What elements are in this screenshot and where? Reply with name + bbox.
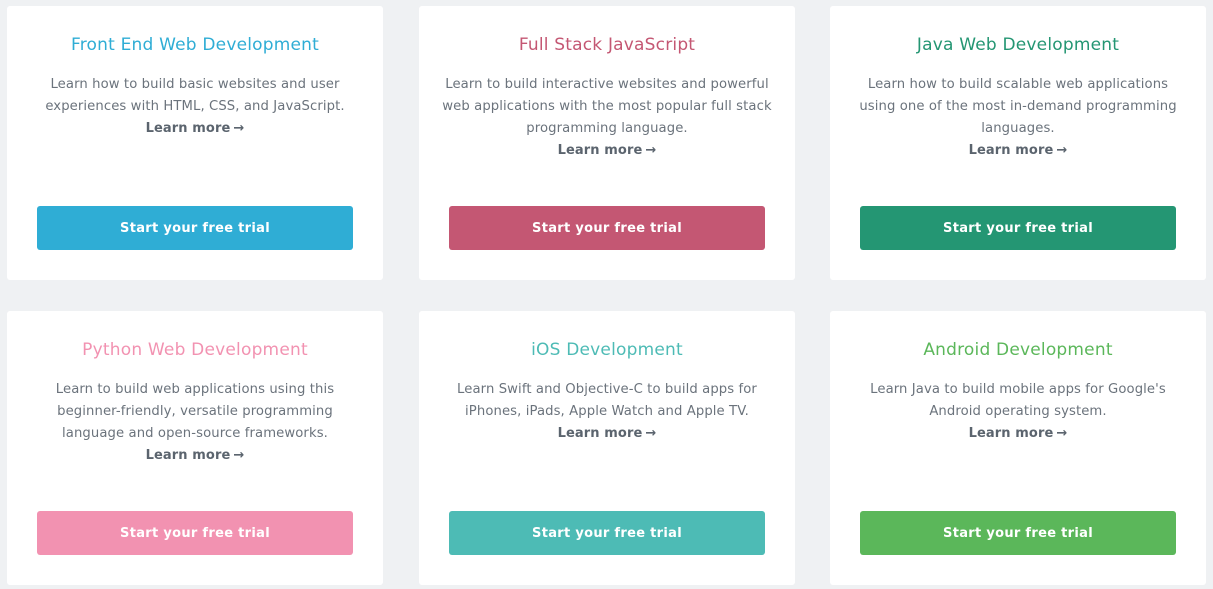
start-free-trial-button[interactable]: Start your free trial <box>860 511 1176 555</box>
track-title: Full Stack JavaScript <box>518 35 696 55</box>
start-free-trial-button[interactable]: Start your free trial <box>449 511 765 555</box>
arrow-right-icon: → <box>645 143 657 158</box>
track-description: Learn how to build basic websites and us… <box>45 77 345 114</box>
learn-more-link[interactable]: Learn more → <box>29 118 361 140</box>
learn-more-label: Learn more <box>557 143 643 158</box>
track-description-block: Learn Swift and Objective-C to build app… <box>441 379 773 445</box>
track-grid: Front End Web Development Learn how to b… <box>0 0 1213 589</box>
track-card-front-end: Front End Web Development Learn how to b… <box>7 6 383 280</box>
track-title: Android Development <box>923 340 1113 360</box>
track-description: Learn to build web applications using th… <box>55 382 335 441</box>
track-card-android: Android Development Learn Java to build … <box>830 311 1206 585</box>
track-title: Python Web Development <box>82 340 308 360</box>
track-title: iOS Development <box>531 340 683 360</box>
track-description-block: Learn how to build basic websites and us… <box>29 74 361 140</box>
learn-more-link[interactable]: Learn more → <box>29 445 361 467</box>
start-free-trial-button[interactable]: Start your free trial <box>37 511 353 555</box>
learn-more-link[interactable]: Learn more → <box>441 140 773 162</box>
learn-more-label: Learn more <box>968 143 1054 158</box>
track-card-java-web: Java Web Development Learn how to build … <box>830 6 1206 280</box>
track-description: Learn to build interactive websites and … <box>442 77 772 136</box>
track-card-ios: iOS Development Learn Swift and Objectiv… <box>419 311 795 585</box>
arrow-right-icon: → <box>233 448 245 463</box>
track-title: Java Web Development <box>916 35 1120 55</box>
track-title: Front End Web Development <box>70 35 320 55</box>
track-description: Learn how to build scalable web applicat… <box>859 77 1177 136</box>
track-card-python-web: Python Web Development Learn to build we… <box>7 311 383 585</box>
learn-more-label: Learn more <box>145 121 231 136</box>
learn-more-label: Learn more <box>145 448 231 463</box>
track-description: Learn Java to build mobile apps for Goog… <box>870 382 1166 419</box>
track-description-block: Learn Java to build mobile apps for Goog… <box>852 379 1184 445</box>
learn-more-link[interactable]: Learn more → <box>852 140 1184 162</box>
start-free-trial-button[interactable]: Start your free trial <box>449 206 765 250</box>
start-free-trial-button[interactable]: Start your free trial <box>37 206 353 250</box>
track-description-block: Learn to build web applications using th… <box>29 379 361 467</box>
learn-more-label: Learn more <box>968 426 1054 441</box>
track-description-block: Learn to build interactive websites and … <box>441 74 773 162</box>
arrow-right-icon: → <box>1056 143 1068 158</box>
track-description-block: Learn how to build scalable web applicat… <box>852 74 1184 162</box>
arrow-right-icon: → <box>1056 426 1068 441</box>
start-free-trial-button[interactable]: Start your free trial <box>860 206 1176 250</box>
learn-more-link[interactable]: Learn more → <box>441 423 773 445</box>
learn-more-label: Learn more <box>557 426 643 441</box>
arrow-right-icon: → <box>645 426 657 441</box>
arrow-right-icon: → <box>233 121 245 136</box>
track-description: Learn Swift and Objective-C to build app… <box>457 382 757 419</box>
learn-more-link[interactable]: Learn more → <box>852 423 1184 445</box>
track-card-full-stack-javascript: Full Stack JavaScript Learn to build int… <box>419 6 795 280</box>
